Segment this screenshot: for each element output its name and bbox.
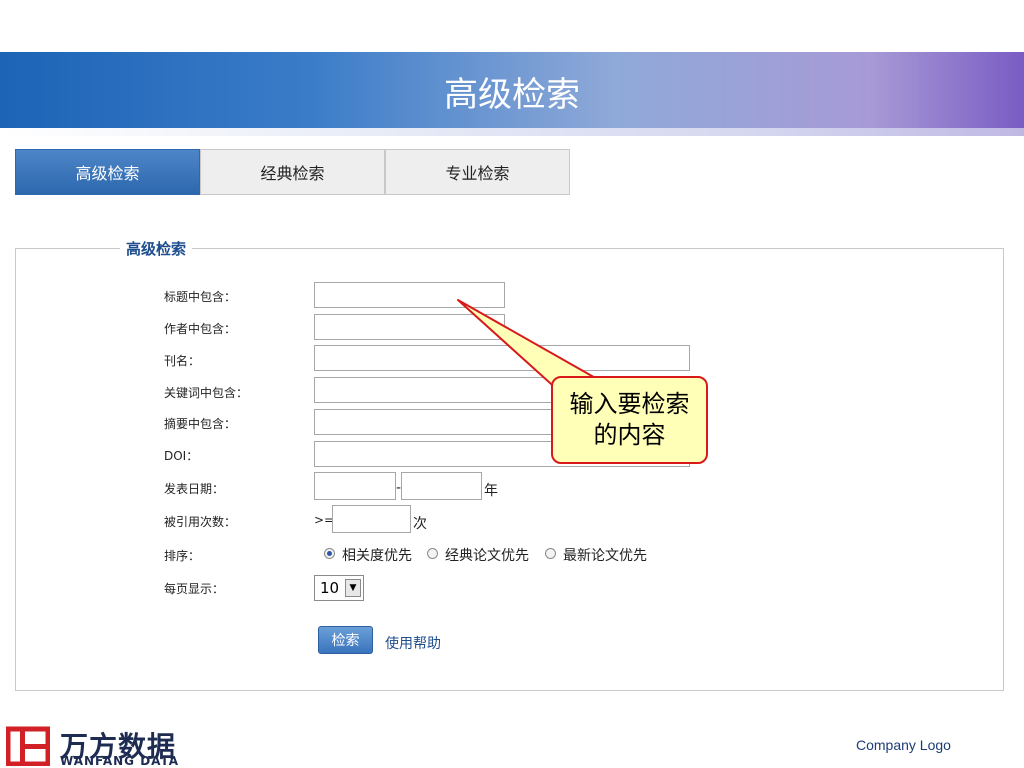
callout-pointer bbox=[457, 299, 607, 393]
callout-text: 输入要检索的内容 bbox=[569, 390, 690, 449]
callout-bubble: 输入要检索的内容 bbox=[551, 376, 708, 464]
wanfang-logo-icon bbox=[6, 726, 50, 766]
company-logo-text: Company Logo bbox=[856, 737, 951, 753]
logo-english: WANFANG DATA bbox=[60, 754, 180, 768]
